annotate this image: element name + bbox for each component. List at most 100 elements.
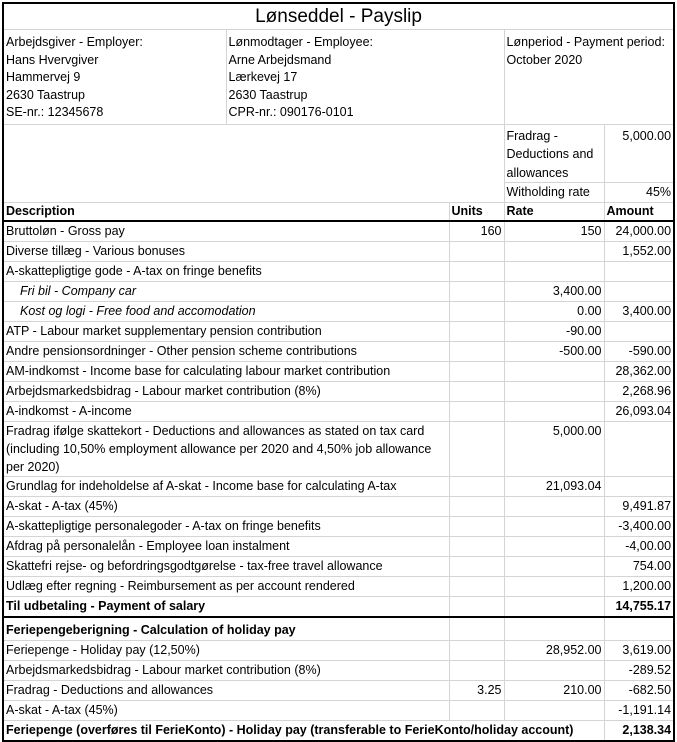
table-row: Fri bil - Company car 3,400.00 xyxy=(2,281,676,302)
row-description: A-skat - A-tax (45%) xyxy=(2,496,450,517)
period-label: Lønperiod - Payment period: xyxy=(506,35,665,49)
row-amount: 28,362.00 xyxy=(603,361,676,382)
row-units xyxy=(448,301,505,322)
period-value: October 2020 xyxy=(506,52,583,67)
table-row: Arbejdsmarkedsbidrag - Labour market con… xyxy=(2,381,676,402)
table-row: Feriepenge - Holiday pay (12,50%) 28,952.… xyxy=(2,640,676,661)
row-rate xyxy=(503,261,605,282)
table-row: Kost og logi - Free food and accomodatio… xyxy=(2,301,676,322)
row-rate: 150 xyxy=(503,220,605,242)
row-rate xyxy=(503,381,605,402)
row-rate xyxy=(503,361,605,382)
page-title: Lønseddel - Payslip xyxy=(1,2,676,30)
row-units xyxy=(448,241,505,262)
table-row: A-skattepligtige gode - A-tax on fringe … xyxy=(2,261,676,282)
withholding-value: 45% xyxy=(603,182,676,203)
withholding-label: Witholding rate xyxy=(503,182,605,203)
row-units xyxy=(448,640,505,661)
column-header-rate: Rate xyxy=(503,202,605,222)
table-row: Grundlag for indeholdelse af A-skat - In… xyxy=(2,476,676,497)
row-rate: -500.00 xyxy=(503,341,605,362)
row-units: 3.25 xyxy=(448,680,505,701)
row-units xyxy=(448,281,505,302)
row-description: Andre pensionsordninger - Other pension … xyxy=(2,341,450,362)
row-units xyxy=(448,576,505,597)
row-description: AM-indkomst - Income base for calculatin… xyxy=(2,361,450,382)
row-rate xyxy=(503,556,605,577)
row-amount: -1,191.14 xyxy=(603,700,676,721)
empty-cell xyxy=(448,596,505,618)
row-rate: 3,400.00 xyxy=(503,281,605,302)
row-units xyxy=(448,361,505,382)
row-units xyxy=(448,341,505,362)
row-description: Afdrag på personalelån - Employee loan i… xyxy=(2,536,450,557)
row-rate: 0.00 xyxy=(503,301,605,322)
table-row: Diverse tillæg - Various bonuses 1,552.00 xyxy=(2,241,676,262)
row-description: A-skattepligtige personalegoder - A-tax … xyxy=(2,516,450,537)
row-amount xyxy=(603,281,676,302)
row-rate xyxy=(503,700,605,721)
row-units xyxy=(448,401,505,422)
employee-street: Lærkevej 17 xyxy=(228,70,298,84)
row-description: Udlæg efter regning - Reimbursement as p… xyxy=(2,576,450,597)
row-units xyxy=(448,496,505,517)
row-rate xyxy=(503,660,605,681)
employee-cpr-number: CPR-nr.: 090176-0101 xyxy=(228,105,354,119)
table-row: Fradrag - Deductions and allowances 3.25 2… xyxy=(2,680,676,701)
row-units xyxy=(448,421,505,477)
employer-block: Arbejdsgiver - Employer: Hans Hvervgiver… xyxy=(2,29,227,125)
table-row: Skattefri rejse- og befordringsgodtgørel… xyxy=(2,556,676,577)
employee-city: 2630 Taastrup xyxy=(228,87,308,102)
payslip-table: Lønseddel - Payslip Arbejdsgiver - Emplo… xyxy=(1,2,676,742)
row-description: Feriepenge - Holiday pay (12,50%) xyxy=(2,640,450,661)
row-description: Arbejdsmarkedsbidrag - Labour market con… xyxy=(2,660,450,681)
row-units xyxy=(448,536,505,557)
row-rate xyxy=(503,241,605,262)
row-amount xyxy=(603,321,676,342)
row-amount: 24,000.00 xyxy=(603,220,676,242)
row-units: 160 xyxy=(448,220,505,242)
row-rate xyxy=(503,576,605,597)
table-row: ATP - Labour market supplementary pensio… xyxy=(2,321,676,342)
table-row: A-skattepligtige personalegoder - A-tax … xyxy=(2,516,676,537)
row-amount xyxy=(603,421,676,477)
holiday-lines: Feriepenge - Holiday pay (12,50%) 28,952.… xyxy=(2,640,676,721)
row-description: Bruttoløn - Gross pay xyxy=(2,220,450,242)
row-rate xyxy=(503,516,605,537)
row-amount: 1,552.00 xyxy=(603,241,676,262)
row-description: Grundlag for indeholdelse af A-skat - In… xyxy=(2,476,450,497)
row-rate: 21,093.04 xyxy=(503,476,605,497)
salary-total-label: Til udbetaling - Payment of salary xyxy=(2,596,450,618)
employee-label: Lønmodtager - Employee: xyxy=(228,35,374,49)
row-amount: 1,200.00 xyxy=(603,576,676,597)
row-rate: 210.00 xyxy=(503,680,605,701)
column-header-description: Description xyxy=(2,202,450,222)
row-amount: -590.00 xyxy=(603,341,676,362)
empty-cell xyxy=(503,596,605,618)
row-description: Kost og logi - Free food and accomodatio… xyxy=(2,301,450,322)
employer-city: 2630 Taastrup xyxy=(6,87,85,102)
row-description: ATP - Labour market supplementary pensio… xyxy=(2,321,450,342)
blank-area xyxy=(2,123,505,203)
row-rate xyxy=(503,496,605,517)
row-amount: 2,268.96 xyxy=(603,381,676,402)
empty-cell xyxy=(503,616,605,641)
table-row: Bruttoløn - Gross pay 160 150 24,000.00 xyxy=(2,220,676,242)
row-amount: 3,400.00 xyxy=(603,301,676,322)
row-description: Arbejdsmarkedsbidrag - Labour market con… xyxy=(2,381,450,402)
employer-label: Arbejdsgiver - Employer: xyxy=(6,35,143,49)
row-rate: -90.00 xyxy=(503,321,605,342)
employer-name: Hans Hvervgiver xyxy=(6,52,99,67)
row-units xyxy=(448,321,505,342)
row-amount: -3,400.00 xyxy=(603,516,676,537)
table-row: Fradrag ifølge skattekort - Deductions a… xyxy=(2,421,676,477)
table-row: Afdrag på personalelån - Employee loan i… xyxy=(2,536,676,557)
holiday-heading: Feriepengeberigning - Calculation of hol… xyxy=(2,616,450,641)
row-rate xyxy=(503,536,605,557)
holiday-total-label: Feriepenge (overføres til FerieKonto) - … xyxy=(2,720,605,742)
salary-total-amount: 14,755.17 xyxy=(603,596,676,618)
row-units xyxy=(448,381,505,402)
row-rate xyxy=(503,401,605,422)
row-description: A-indkomst - A-income xyxy=(2,401,450,422)
empty-cell xyxy=(448,616,505,641)
